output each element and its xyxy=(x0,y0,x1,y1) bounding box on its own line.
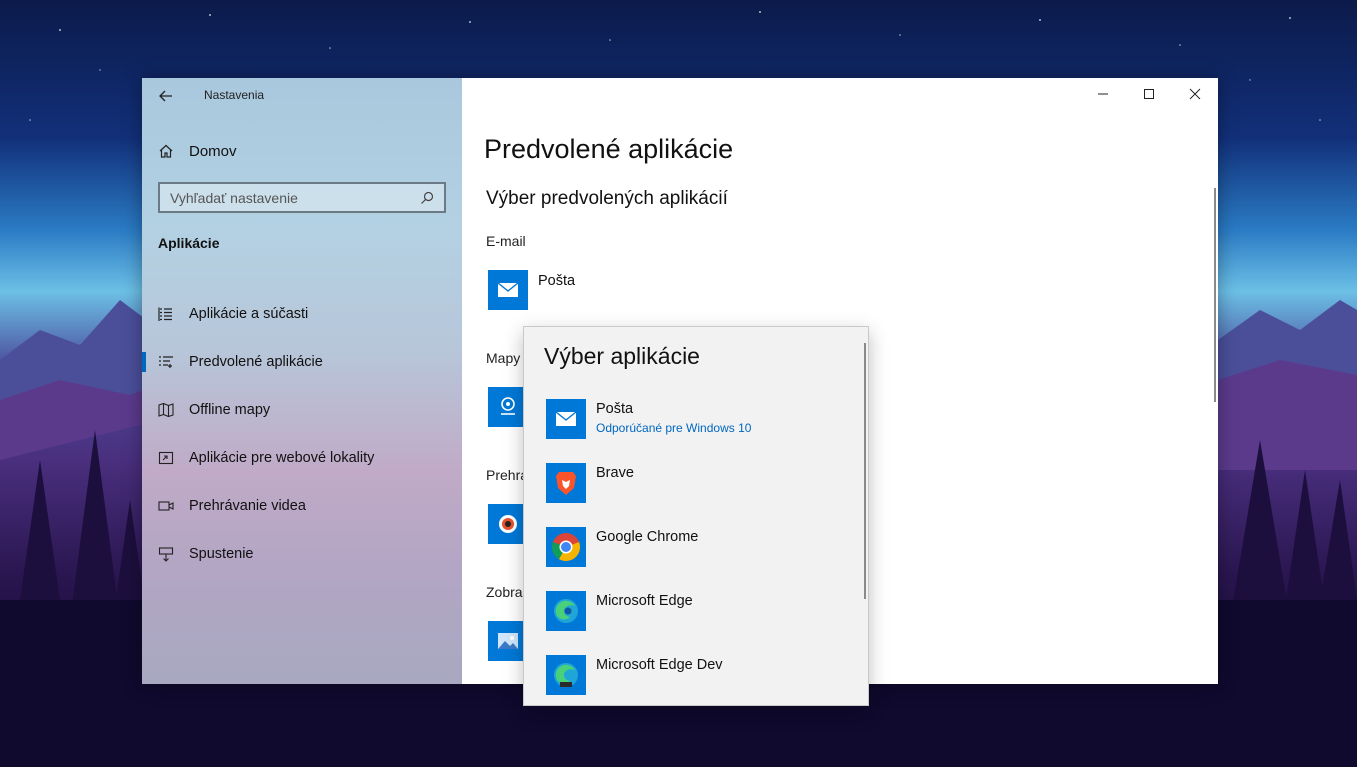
chrome-icon xyxy=(546,527,586,567)
mail-icon xyxy=(497,282,519,297)
sidebar-item-default-apps[interactable]: Predvolené aplikácie xyxy=(142,338,462,386)
startup-icon xyxy=(158,547,174,562)
home-link[interactable]: Domov xyxy=(158,140,237,162)
map-icon xyxy=(158,402,174,418)
sidebar-item-video-playback[interactable]: Prehrávanie videa xyxy=(142,482,462,530)
back-button[interactable] xyxy=(156,86,176,106)
picker-item-edge[interactable]: Microsoft Edge xyxy=(546,591,846,631)
sidebar: Nastavenia Domov Aplikácie Aplikácie a s… xyxy=(142,78,462,684)
home-icon xyxy=(159,144,173,158)
email-label: E-mail xyxy=(486,233,526,249)
apps-list-icon xyxy=(158,307,172,321)
email-app-name: Pošta xyxy=(538,273,576,289)
content-scrollbar[interactable] xyxy=(1214,188,1216,402)
edge-dev-icon xyxy=(546,655,586,695)
picker-item-edge-dev[interactable]: Microsoft Edge Dev xyxy=(546,655,846,695)
search-box[interactable] xyxy=(158,182,446,213)
sidebar-item-offline-maps[interactable]: Offline mapy xyxy=(142,386,462,434)
brave-icon xyxy=(546,463,586,503)
web-apps-icon xyxy=(158,451,174,465)
picker-item-recommended: Odporúčané pre Windows 10 xyxy=(596,421,752,435)
sidebar-item-label: Aplikácie pre webové lokality xyxy=(189,450,375,466)
default-apps-icon xyxy=(159,356,173,368)
sidebar-item-apps-features[interactable]: Aplikácie a súčasti xyxy=(142,290,462,338)
photo-label: Zobra xyxy=(486,584,523,600)
close-icon xyxy=(1189,88,1201,100)
groove-music-icon xyxy=(499,515,517,533)
picker-item-name: Microsoft Edge Dev xyxy=(596,657,723,673)
window-title: Nastavenia xyxy=(204,88,265,102)
maps-app-button[interactable] xyxy=(488,387,528,427)
picker-title: Výber aplikácie xyxy=(544,343,700,369)
email-app-button[interactable] xyxy=(488,270,528,310)
video-icon xyxy=(158,501,174,511)
sidebar-item-label: Offline mapy xyxy=(189,402,271,418)
minimize-button[interactable] xyxy=(1080,78,1126,110)
picker-item-name: Pošta xyxy=(596,401,634,417)
page-title: Predvolené aplikácie xyxy=(484,134,734,164)
maps-pin-icon xyxy=(501,397,515,415)
photos-icon xyxy=(498,633,518,649)
photo-app-button[interactable] xyxy=(488,621,528,661)
back-arrow-icon xyxy=(159,90,172,102)
sidebar-item-startup[interactable]: Spustenie xyxy=(142,530,462,578)
close-button[interactable] xyxy=(1172,78,1218,110)
maps-label: Mapy xyxy=(486,350,521,366)
search-input[interactable] xyxy=(170,189,420,206)
music-app-button[interactable] xyxy=(488,504,528,544)
sidebar-item-label: Spustenie xyxy=(189,546,254,562)
app-picker-flyout: Výber aplikácie Pošta Odporúčané pre Win… xyxy=(523,326,869,706)
sidebar-item-label: Prehrávanie videa xyxy=(189,498,306,514)
picker-item-brave[interactable]: Brave xyxy=(546,463,846,503)
music-label: Prehra xyxy=(486,467,529,483)
section-subtitle: Výber predvolených aplikácií xyxy=(486,188,728,209)
sidebar-item-label: Aplikácie a súčasti xyxy=(189,306,309,322)
picker-item-mail[interactable]: Pošta Odporúčané pre Windows 10 xyxy=(546,399,846,439)
sidebar-nav: Aplikácie a súčasti Predvolené aplikácie… xyxy=(142,290,462,578)
picker-item-chrome[interactable]: Google Chrome xyxy=(546,527,846,567)
sidebar-item-web-apps[interactable]: Aplikácie pre webové lokality xyxy=(142,434,462,482)
maximize-icon xyxy=(1144,89,1154,99)
mail-icon xyxy=(546,399,586,439)
maximize-button[interactable] xyxy=(1126,78,1172,110)
section-title: Aplikácie xyxy=(158,235,220,251)
search-icon[interactable] xyxy=(420,191,434,205)
picker-item-name: Microsoft Edge xyxy=(596,593,693,609)
sidebar-item-label: Predvolené aplikácie xyxy=(189,354,323,370)
minimize-icon xyxy=(1098,93,1108,95)
picker-item-name: Google Chrome xyxy=(596,529,699,545)
picker-item-name: Brave xyxy=(596,465,634,481)
picker-scrollbar[interactable] xyxy=(864,343,866,599)
edge-icon xyxy=(546,591,586,631)
home-label: Domov xyxy=(189,142,237,160)
